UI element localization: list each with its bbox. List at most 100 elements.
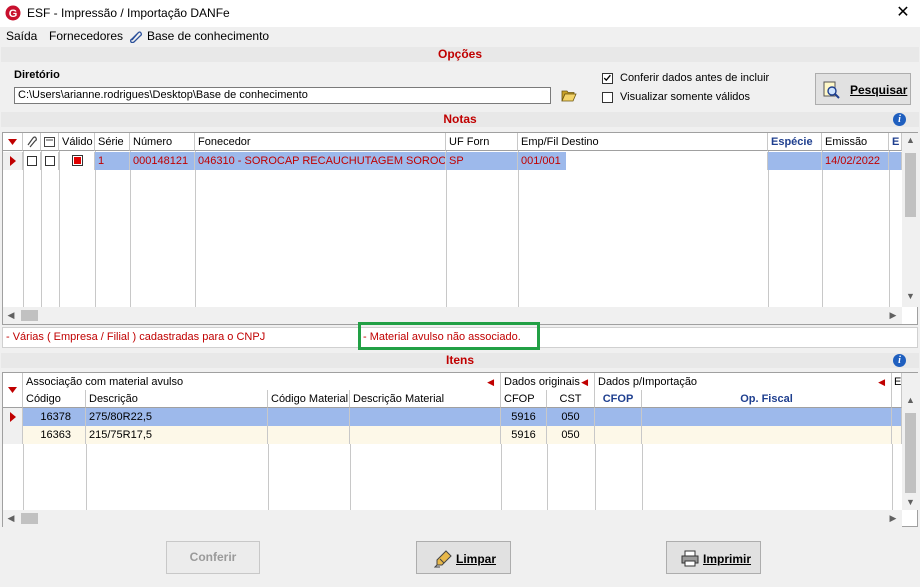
- diretorio-input[interactable]: C:\Users\arianne.rodrigues\Desktop\Base …: [14, 87, 551, 104]
- collapse-left-icon[interactable]: ◀: [581, 373, 588, 390]
- message-material-avulso: - Material avulso não associado.: [363, 331, 521, 343]
- printer-clip-icon: [27, 136, 37, 148]
- scroll-right-icon[interactable]: ▶: [887, 310, 899, 321]
- itens-grid: Associação com material avulso ◀ Dados o…: [2, 372, 919, 527]
- imprimir-button[interactable]: Imprimir: [666, 541, 761, 574]
- item-cfop: 5916: [501, 426, 547, 444]
- itens-col-op-fiscal[interactable]: Op. Fiscal: [642, 390, 892, 408]
- sort-down-icon: [8, 387, 17, 393]
- item-cst: 050: [547, 408, 595, 426]
- notas-info-icon[interactable]: i: [893, 113, 906, 126]
- itens-col-cfop-import[interactable]: CFOP: [595, 390, 642, 408]
- itens-row[interactable]: 16378 275/80R22,5 5916 050: [3, 408, 902, 426]
- notas-header-doc[interactable]: [41, 133, 59, 151]
- hscroll-thumb[interactable]: [21, 310, 38, 321]
- scroll-up-icon[interactable]: ▲: [902, 135, 919, 145]
- item-descricao-material: [350, 426, 501, 444]
- notas-col-e[interactable]: E: [889, 133, 902, 151]
- item-codigo: 16363: [23, 426, 86, 444]
- group-dados-importacao: Dados p/Importação ◀: [595, 373, 892, 391]
- limpar-label: Limpar: [456, 552, 497, 566]
- highlight-box: - Material avulso não associado.: [358, 322, 540, 350]
- item-descricao: 275/80R22,5: [86, 408, 268, 426]
- scroll-thumb[interactable]: [905, 153, 916, 217]
- item-codigo-material: [268, 408, 350, 426]
- sort-down-icon: [8, 139, 17, 145]
- itens-vscroll[interactable]: ▲ ▼: [902, 373, 919, 510]
- notas-col-emissao[interactable]: Emissão: [822, 133, 889, 151]
- scroll-left-icon[interactable]: ◀: [5, 513, 17, 524]
- notas-col-fornecedor[interactable]: Fonecedor: [195, 133, 446, 151]
- svg-text:G: G: [9, 8, 18, 20]
- row-pointer-icon: [10, 412, 16, 422]
- row-especie: [768, 152, 822, 170]
- notas-vscroll[interactable]: ▲ ▼: [902, 133, 919, 307]
- opcoes-section-header: Opções: [1, 47, 919, 62]
- row-indicator: [3, 152, 23, 170]
- diretorio-label: Diretório: [14, 69, 60, 81]
- row-fornecedor: 046310 - SOROCAP RECAUCHUTAGEM SOROC...: [195, 152, 446, 170]
- itens-col-descricao[interactable]: Descrição: [86, 390, 268, 408]
- item-descricao-material: [350, 408, 501, 426]
- item-cfop-import[interactable]: [595, 426, 642, 444]
- pesquisar-button[interactable]: Pesquisar: [815, 73, 911, 105]
- itens-col-cfop[interactable]: CFOP: [501, 390, 547, 408]
- item-cfop-import[interactable]: [595, 408, 642, 426]
- document-icon: [44, 137, 55, 147]
- itens-col-cst[interactable]: CST: [547, 390, 595, 408]
- scroll-up-icon[interactable]: ▲: [902, 395, 919, 405]
- checkmark-icon: [603, 74, 611, 82]
- notas-col-uf[interactable]: UF Forn: [446, 133, 518, 151]
- folder-open-icon[interactable]: [561, 89, 577, 102]
- row-print-checkbox[interactable]: [27, 156, 37, 166]
- itens-col-codigo[interactable]: Código: [23, 390, 86, 408]
- message-empresa-filial: - Várias ( Empresa / Filial ) cadastrada…: [6, 331, 266, 343]
- visualizar-label: Visualizar somente válidos: [620, 91, 751, 103]
- item-op-fiscal[interactable]: [642, 426, 892, 444]
- scroll-thumb[interactable]: [905, 413, 916, 493]
- row-valido-indicator[interactable]: [72, 155, 83, 166]
- title-bar: G ESF - Impressão / Importação DANFe ✕: [0, 0, 920, 27]
- row-serie: 1: [95, 152, 130, 170]
- itens-hscroll[interactable]: ◀ ▶: [3, 510, 902, 527]
- visualizar-checkbox[interactable]: [602, 92, 613, 103]
- close-button[interactable]: ✕: [886, 0, 920, 27]
- notas-header-print[interactable]: [23, 133, 41, 151]
- itens-row[interactable]: 16363 215/75R17,5 5916 050: [3, 426, 902, 444]
- search-document-icon: [823, 81, 840, 99]
- row-uf: SP: [446, 152, 518, 170]
- itens-col-descricao-material[interactable]: Descrição Material: [350, 390, 501, 408]
- hscroll-thumb[interactable]: [21, 513, 38, 524]
- scroll-right-icon[interactable]: ▶: [887, 513, 899, 524]
- notas-col-valido[interactable]: Válido: [59, 133, 95, 151]
- notas-section-header: Notas: [1, 112, 919, 127]
- item-op-fiscal[interactable]: [642, 408, 892, 426]
- eraser-brush-icon: [434, 550, 452, 568]
- itens-info-icon[interactable]: i: [893, 354, 906, 367]
- item-codigo: 16378: [23, 408, 86, 426]
- notas-col-numero[interactable]: Número: [130, 133, 195, 151]
- collapse-left-icon[interactable]: ◀: [878, 373, 885, 390]
- itens-col-codigo-material[interactable]: Código Material: [268, 390, 350, 408]
- group-e: E: [892, 373, 902, 391]
- conferir-checkbox[interactable]: [602, 73, 613, 84]
- collapse-left-icon[interactable]: ◀: [487, 373, 494, 390]
- notas-col-serie[interactable]: Série: [95, 133, 130, 151]
- scroll-down-icon[interactable]: ▼: [902, 497, 919, 507]
- notas-col-especie[interactable]: Espécie: [768, 133, 822, 151]
- menu-item-base-conhecimento[interactable]: Base de conhecimento: [147, 29, 269, 43]
- notas-grid: Válido Série Número Fonecedor UF Forn Em…: [2, 132, 919, 325]
- row-emissao: 14/02/2022: [822, 152, 889, 170]
- conferir-button[interactable]: Conferir: [166, 541, 260, 574]
- scroll-left-icon[interactable]: ◀: [5, 310, 17, 321]
- row-doc-checkbox[interactable]: [45, 156, 55, 166]
- menu-item-saida[interactable]: Saída: [6, 29, 37, 43]
- notas-col-emp-fil[interactable]: Emp/Fil Destino: [518, 133, 768, 151]
- menu-item-fornecedores[interactable]: Fornecedores: [49, 29, 123, 43]
- notas-header-indicator: [3, 133, 23, 151]
- scroll-down-icon[interactable]: ▼: [902, 291, 919, 301]
- item-cst: 050: [547, 426, 595, 444]
- app-logo-icon: G: [5, 5, 21, 21]
- notas-row[interactable]: 1 000148121 046310 - SOROCAP RECAUCHUTAG…: [3, 152, 902, 170]
- limpar-button[interactable]: Limpar: [416, 541, 511, 574]
